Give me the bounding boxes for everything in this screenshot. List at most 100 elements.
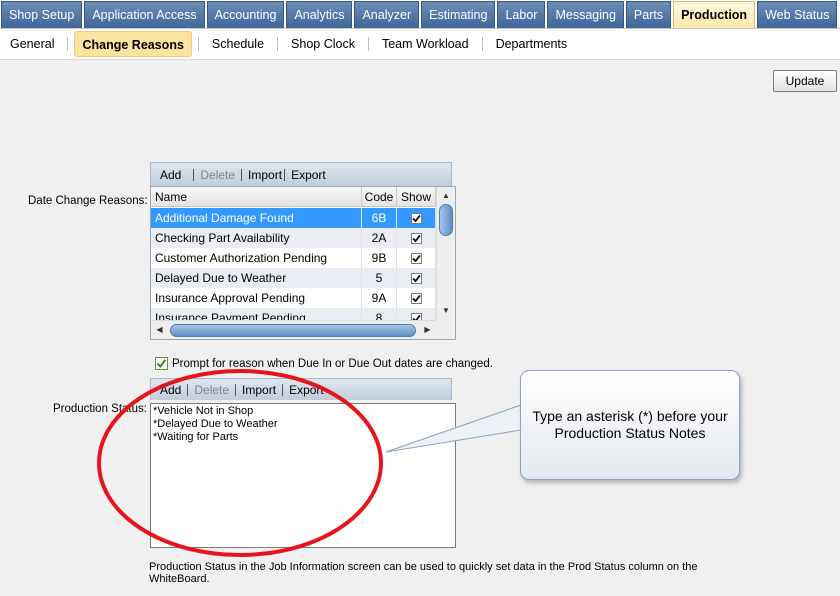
table-row[interactable]: Customer Authorization Pending 9B — [151, 248, 436, 268]
cell-show — [397, 308, 436, 320]
prompt-checkbox-label: Prompt for reason when Due In or Due Out… — [172, 357, 493, 370]
status-line: *Delayed Due to Weather — [153, 418, 278, 430]
toolbar-separator — [193, 168, 195, 181]
cell-show — [397, 248, 436, 268]
show-checkbox[interactable] — [410, 232, 422, 244]
checkmark-icon — [411, 214, 421, 222]
show-checkbox[interactable] — [410, 212, 422, 224]
callout-text: Type an asterisk (*) before your Product… — [532, 408, 728, 441]
prompt-checkbox[interactable] — [155, 357, 168, 370]
tab-shop-setup[interactable]: Shop Setup — [1, 1, 83, 28]
toolbar-separator — [241, 168, 243, 181]
cell-show — [397, 228, 436, 248]
scroll-down-arrow-icon[interactable]: ▼ — [437, 302, 455, 319]
cell-name: Customer Authorization Pending — [151, 248, 362, 268]
checkmark-icon — [156, 359, 167, 369]
table-row[interactable]: Checking Part Availability 2A — [151, 228, 436, 248]
scroll-left-arrow-icon[interactable]: ◀ — [151, 321, 168, 339]
date-delete-button[interactable]: Delete — [200, 168, 235, 182]
date-change-toolbar: Add Delete Import Export — [150, 162, 452, 186]
subtab-general[interactable]: General — [3, 31, 61, 57]
top-tab-bar: Shop Setup Application Access Accounting An… — [0, 0, 840, 29]
show-checkbox[interactable] — [410, 252, 422, 264]
table-row[interactable]: Additional Damage Found 6B — [151, 208, 436, 228]
date-change-reasons-label: Date Change Reasons: — [28, 195, 148, 207]
sub-tab-separator — [367, 37, 369, 51]
horizontal-scroll-thumb[interactable] — [170, 324, 416, 337]
subtab-departments[interactable]: Departments — [489, 31, 575, 57]
sub-tab-bar: General Change Reasons Schedule Shop Clock T… — [0, 29, 840, 60]
tab-analyzer[interactable]: Analyzer — [354, 1, 420, 28]
sub-tab-separator — [67, 37, 69, 51]
cell-show — [397, 288, 436, 308]
subtab-team-workload[interactable]: Team Workload — [375, 31, 476, 57]
cell-code: 6B — [362, 208, 397, 228]
tab-parts[interactable]: Parts — [625, 1, 672, 28]
table-row[interactable]: Insurance Approval Pending 9A — [151, 288, 436, 308]
tab-accounting[interactable]: Accounting — [206, 1, 285, 28]
vertical-scrollbar[interactable]: ▲ ▼ — [436, 187, 455, 320]
horizontal-scrollbar[interactable]: ◀ ▶ — [151, 320, 436, 339]
status-delete-button[interactable]: Delete — [194, 383, 229, 397]
cell-code: 9A — [362, 288, 397, 308]
update-button[interactable]: Update — [773, 70, 837, 92]
sub-tab-separator — [481, 37, 483, 51]
status-import-button[interactable]: Import — [242, 383, 276, 397]
tab-analytics[interactable]: Analytics — [286, 1, 353, 28]
toolbar-separator — [282, 383, 284, 396]
scroll-up-arrow-icon[interactable]: ▲ — [437, 187, 455, 204]
date-export-button[interactable]: Export — [291, 168, 326, 182]
column-header-code[interactable]: Code — [362, 187, 397, 207]
toolbar-separator — [187, 383, 189, 396]
cell-name: Insurance Payment Pending — [151, 308, 362, 320]
vertical-scroll-thumb[interactable] — [439, 204, 453, 236]
date-import-button[interactable]: Import — [248, 168, 282, 182]
checkmark-icon — [411, 274, 421, 282]
status-line: *Waiting for Parts — [153, 431, 239, 443]
production-status-help-text: Production Status in the Job Information… — [149, 561, 698, 585]
scroll-right-arrow-icon[interactable]: ▶ — [419, 321, 436, 339]
production-status-textarea[interactable]: *Vehicle Not in Shop *Delayed Due to Wea… — [150, 403, 456, 548]
scrollbar-corner — [436, 320, 455, 339]
cell-code: 2A — [362, 228, 397, 248]
show-checkbox[interactable] — [410, 312, 422, 320]
date-add-button[interactable]: Add — [160, 168, 181, 182]
tab-labor[interactable]: Labor — [497, 1, 546, 28]
grid-body: Additional Damage Found 6B Checking Part A… — [151, 208, 436, 320]
tab-messaging[interactable]: Messaging — [547, 1, 624, 28]
checkmark-icon — [411, 254, 421, 262]
tab-production[interactable]: Production — [673, 1, 756, 28]
cell-name: Checking Part Availability — [151, 228, 362, 248]
callout-box: Type an asterisk (*) before your Product… — [520, 370, 740, 480]
tab-application-access[interactable]: Application Access — [84, 1, 205, 28]
subtab-change-reasons[interactable]: Change Reasons — [74, 31, 192, 57]
toolbar-separator — [284, 168, 286, 181]
cell-code: 9B — [362, 248, 397, 268]
subtab-shop-clock[interactable]: Shop Clock — [284, 31, 362, 57]
cell-show — [397, 268, 436, 288]
tab-web-status[interactable]: Web Status — [757, 1, 838, 28]
prompt-option[interactable]: Prompt for reason when Due In or Due Out… — [155, 357, 493, 370]
column-header-show[interactable]: Show — [397, 187, 436, 207]
toolbar-separator — [235, 383, 237, 396]
status-export-button[interactable]: Export — [289, 383, 324, 397]
production-status-toolbar: Add Delete Import Export — [150, 378, 452, 400]
table-row[interactable]: Delayed Due to Weather 5 — [151, 268, 436, 288]
cell-name: Insurance Approval Pending — [151, 288, 362, 308]
date-change-grid: Name Code Show Additional Damage Found 6B… — [150, 186, 456, 340]
status-add-button[interactable]: Add — [160, 383, 181, 397]
cell-code: 5 — [362, 268, 397, 288]
status-line: *Vehicle Not in Shop — [153, 405, 254, 417]
tab-estimating[interactable]: Estimating — [421, 1, 496, 28]
table-row[interactable]: Insurance Payment Pending 8 — [151, 308, 436, 320]
production-status-label: Production Status: — [53, 403, 147, 415]
column-header-name[interactable]: Name — [151, 187, 362, 207]
show-checkbox[interactable] — [410, 272, 422, 284]
subtab-schedule[interactable]: Schedule — [205, 31, 271, 57]
sub-tab-separator — [277, 37, 279, 51]
cell-name: Delayed Due to Weather — [151, 268, 362, 288]
sub-tab-separator — [197, 37, 199, 51]
show-checkbox[interactable] — [410, 292, 422, 304]
checkmark-icon — [411, 294, 421, 302]
cell-name: Additional Damage Found — [151, 208, 362, 228]
